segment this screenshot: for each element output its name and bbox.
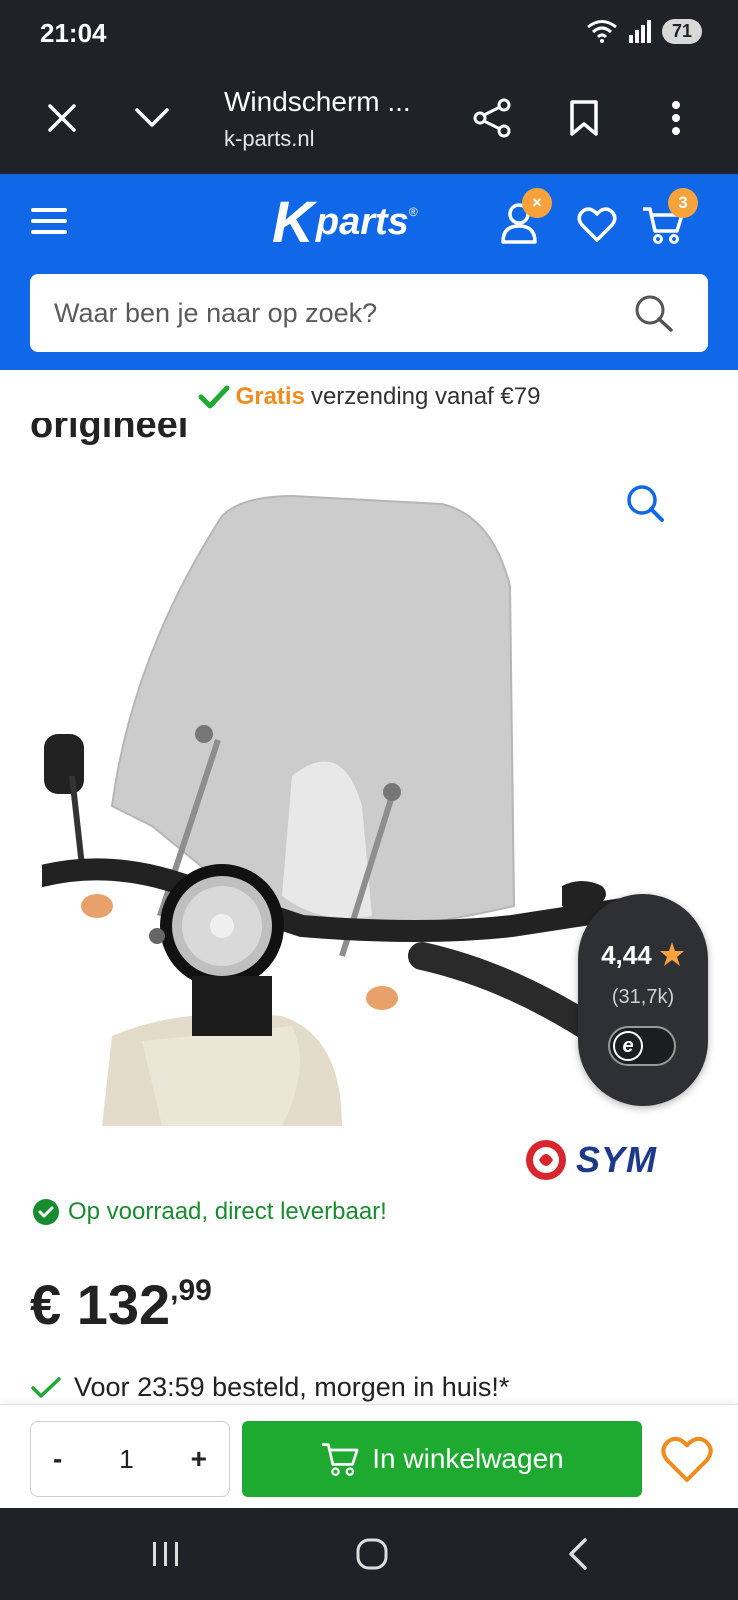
trust-mark-icon: e: [613, 1031, 643, 1061]
heart-icon: [577, 207, 617, 242]
search-input[interactable]: [30, 274, 630, 352]
brand-name: SYM: [576, 1139, 658, 1180]
shipping-notice: Gratis verzending vanaf €79: [0, 372, 738, 422]
site-header: K parts ® × 3: [0, 174, 738, 370]
logo-text: parts: [315, 200, 409, 243]
delivery-time: 23:59: [137, 1372, 205, 1402]
minimize-tab-button[interactable]: [126, 92, 178, 144]
brand-logo[interactable]: SYM: [524, 1138, 657, 1182]
page-title[interactable]: Windscherm ...: [224, 86, 411, 118]
cart-button[interactable]: 3: [638, 188, 698, 250]
rating-count: (31,7k): [611, 986, 675, 1008]
system-nav-bar: [0, 1508, 738, 1600]
sym-logo-icon: [526, 1140, 566, 1180]
product-price: € 132 ,99: [30, 1272, 212, 1337]
price-cents: ,99: [170, 1274, 212, 1307]
shipping-highlight: Gratis: [235, 383, 305, 410]
quantity-stepper: - 1 +: [30, 1421, 230, 1497]
back-button[interactable]: [548, 1532, 608, 1576]
search-box: [30, 274, 708, 352]
wifi-icon: [587, 20, 617, 43]
heart-icon: [661, 1436, 713, 1482]
recent-apps-button[interactable]: [136, 1532, 196, 1576]
status-time: 21:04: [40, 18, 107, 48]
home-icon: [356, 1538, 388, 1570]
cart-icon: [322, 1443, 359, 1476]
buy-bar: - 1 + In winkelwagen: [0, 1404, 738, 1508]
cart-count-badge: 3: [668, 188, 698, 218]
share-button[interactable]: [466, 92, 518, 144]
product-title-fragment: origineel: [30, 418, 189, 446]
star-icon: [659, 942, 684, 966]
home-button[interactable]: [342, 1532, 402, 1576]
browser-menu-button[interactable]: [650, 92, 702, 144]
page-url[interactable]: k-parts.nl: [224, 126, 314, 152]
browser-toolbar: Windscherm ... k-parts.nl: [0, 64, 738, 174]
quantity-value[interactable]: 1: [96, 1444, 156, 1475]
close-tab-button[interactable]: [36, 92, 88, 144]
logo-k: K: [272, 189, 314, 255]
recent-apps-icon: [153, 1542, 178, 1566]
zoom-icon[interactable]: [624, 482, 668, 526]
delivery-prefix: Voor: [74, 1372, 130, 1402]
stock-text: Op voorraad, direct leverbaar!: [68, 1198, 387, 1225]
account-button[interactable]: ×: [494, 188, 552, 248]
quantity-decrease-button[interactable]: -: [53, 1443, 62, 1475]
bookmark-button[interactable]: [558, 92, 610, 144]
quantity-increase-button[interactable]: +: [191, 1443, 207, 1475]
site-logo[interactable]: K parts ®: [272, 190, 418, 255]
delivery-notice: Voor 23:59 besteld, morgen in huis!*: [30, 1372, 509, 1403]
check-circle-icon: [33, 1199, 59, 1225]
stock-status: Op voorraad, direct leverbaar!: [32, 1198, 387, 1226]
add-to-cart-label: In winkelwagen: [372, 1443, 564, 1474]
trust-rating-widget[interactable]: 4,44 (31,7k) e: [578, 894, 708, 1106]
delivery-suffix: besteld, morgen in huis!*: [212, 1372, 510, 1402]
add-to-cart-button[interactable]: In winkelwagen: [242, 1421, 642, 1497]
back-icon: [569, 1538, 587, 1570]
share-icon: [473, 98, 511, 138]
wishlist-button[interactable]: [572, 200, 622, 250]
hamburger-menu-button[interactable]: [24, 196, 74, 246]
bookmark-icon: [570, 100, 598, 136]
rating-score: 4,44: [578, 940, 708, 971]
checkmark-icon: [198, 385, 230, 409]
status-bar: 21:04 71: [0, 0, 738, 64]
hamburger-icon: [31, 208, 67, 234]
close-icon: [48, 104, 76, 132]
chevron-down-icon: [135, 108, 169, 127]
checkmark-icon: [31, 1376, 61, 1398]
add-to-wishlist-button[interactable]: [652, 1425, 722, 1495]
more-vert-icon: [672, 101, 680, 135]
search-icon[interactable]: [634, 294, 674, 334]
price-main: € 132: [30, 1273, 171, 1336]
trust-mark-toggle[interactable]: e: [608, 1026, 676, 1066]
battery-indicator: 71: [661, 18, 702, 44]
account-badge: ×: [522, 188, 552, 218]
signal-icon: [628, 20, 651, 43]
status-icons: 71: [586, 18, 702, 44]
shipping-text: verzending vanaf €79: [310, 383, 541, 410]
